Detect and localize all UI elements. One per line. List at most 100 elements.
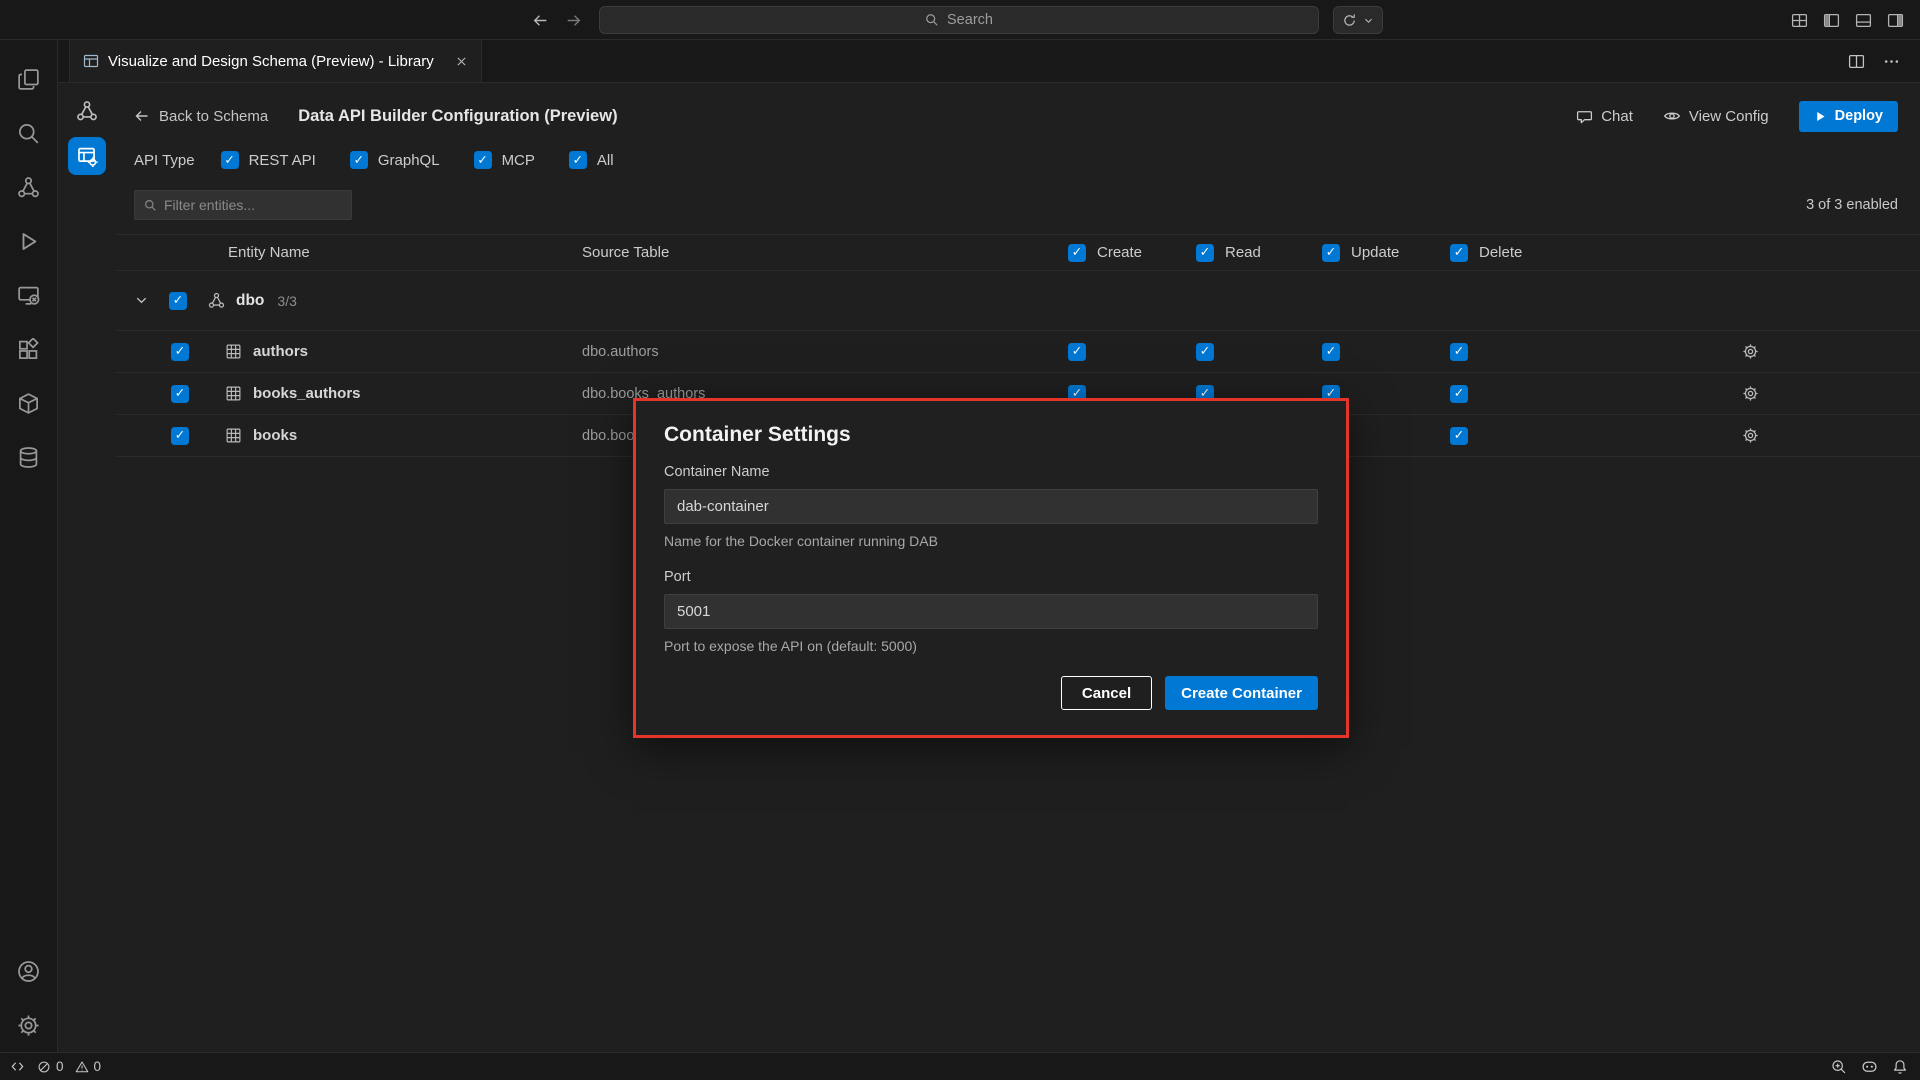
- read-checkbox[interactable]: [1196, 343, 1214, 361]
- graphql-checkbox[interactable]: [350, 151, 368, 169]
- mcp-option[interactable]: MCP: [474, 151, 535, 169]
- notifications-bell-icon[interactable]: [1892, 1059, 1908, 1075]
- update-checkbox[interactable]: [1322, 343, 1340, 361]
- loop-icon: [1342, 13, 1357, 28]
- more-actions-icon[interactable]: [1883, 53, 1900, 70]
- filter-entities-box[interactable]: [134, 190, 352, 220]
- deploy-label: Deploy: [1835, 108, 1883, 124]
- delete-checkbox[interactable]: [1450, 427, 1468, 445]
- row-checkbox[interactable]: [171, 343, 189, 361]
- chat-label: Chat: [1601, 108, 1633, 125]
- filter-row: 3 of 3 enabled: [116, 190, 1920, 220]
- rest-api-label: REST API: [249, 152, 316, 169]
- enabled-summary: 3 of 3 enabled: [1806, 197, 1898, 213]
- row-checkbox[interactable]: [171, 427, 189, 445]
- remote-indicator-icon[interactable]: [10, 1059, 25, 1074]
- container-name-help: Name for the Docker container running DA…: [664, 533, 1318, 549]
- command-center-search[interactable]: Search: [599, 6, 1319, 34]
- source-table-header: Source Table: [582, 244, 1068, 261]
- api-type-row: API Type REST API GraphQL MCP: [116, 147, 1920, 173]
- mcp-label: MCP: [502, 152, 535, 169]
- row-settings-gear-icon[interactable]: [1580, 427, 1920, 444]
- row-settings-gear-icon[interactable]: [1580, 385, 1920, 402]
- table-row[interactable]: authors dbo.authors: [116, 331, 1920, 373]
- delete-header-label: Delete: [1479, 244, 1522, 261]
- entity-name: books: [253, 427, 297, 444]
- search-sidebar-icon[interactable]: [5, 106, 53, 160]
- layout-controls: [1791, 0, 1904, 40]
- schema-visualize-icon[interactable]: [72, 96, 102, 126]
- settings-gear-icon[interactable]: [5, 998, 53, 1052]
- connection-disconnected-icon[interactable]: [5, 268, 53, 322]
- split-editor-icon[interactable]: [1848, 53, 1865, 70]
- create-container-button[interactable]: Create Container: [1165, 676, 1318, 710]
- all-option[interactable]: All: [569, 151, 614, 169]
- view-config-button[interactable]: View Config: [1663, 107, 1769, 125]
- forward-arrow-icon[interactable]: [565, 12, 582, 29]
- port-input[interactable]: [664, 594, 1318, 629]
- copilot-icon[interactable]: [1861, 1058, 1878, 1075]
- tab-label: Visualize and Design Schema (Preview) - …: [108, 53, 434, 70]
- extensions-icon[interactable]: [5, 322, 53, 376]
- cube-icon[interactable]: [5, 376, 53, 430]
- search-placeholder: Search: [947, 12, 993, 28]
- explorer-icon[interactable]: [5, 52, 53, 106]
- group-checkbox[interactable]: [169, 292, 187, 310]
- container-name-input[interactable]: [664, 489, 1318, 524]
- deploy-button[interactable]: Deploy: [1799, 101, 1898, 132]
- account-icon[interactable]: [5, 944, 53, 998]
- session-dropdown[interactable]: [1333, 6, 1383, 34]
- mcp-checkbox[interactable]: [474, 151, 492, 169]
- search-icon: [925, 13, 939, 27]
- api-type-label: API Type: [134, 152, 195, 169]
- page-title: Data API Builder Configuration (Preview): [298, 107, 617, 126]
- create-checkbox[interactable]: [1068, 343, 1086, 361]
- update-all-checkbox[interactable]: [1322, 244, 1340, 262]
- delete-header: Delete: [1450, 244, 1580, 262]
- designer-toolbar: [58, 83, 116, 1052]
- port-field: Port Port to expose the API on (default:…: [664, 569, 1318, 654]
- close-icon[interactable]: [455, 55, 468, 68]
- tab-bar: Visualize and Design Schema (Preview) - …: [58, 40, 1920, 83]
- toggle-sidebar-right-icon[interactable]: [1887, 12, 1904, 29]
- group-name: dbo: [236, 292, 264, 310]
- rest-api-option[interactable]: REST API: [221, 151, 316, 169]
- delete-checkbox[interactable]: [1450, 343, 1468, 361]
- customize-layout-icon[interactable]: [1791, 12, 1808, 29]
- problems-indicator[interactable]: 0 0: [37, 1059, 101, 1074]
- chat-button[interactable]: Chat: [1576, 108, 1633, 125]
- entity-name: books_authors: [253, 385, 361, 402]
- back-arrow-icon[interactable]: [532, 12, 549, 29]
- back-to-schema-link[interactable]: Back to Schema: [134, 108, 268, 125]
- delete-all-checkbox[interactable]: [1450, 244, 1468, 262]
- play-icon: [1814, 110, 1827, 123]
- title-bar: Search: [0, 0, 1920, 40]
- schema-group-row[interactable]: dbo 3/3: [116, 271, 1920, 331]
- chevron-down-icon[interactable]: [134, 293, 149, 308]
- graphql-option[interactable]: GraphQL: [350, 151, 440, 169]
- read-all-checkbox[interactable]: [1196, 244, 1214, 262]
- tab-visualize-schema[interactable]: Visualize and Design Schema (Preview) - …: [69, 40, 482, 82]
- zoom-icon[interactable]: [1831, 1059, 1847, 1075]
- toggle-sidebar-left-icon[interactable]: [1823, 12, 1840, 29]
- create-header: Create: [1068, 244, 1196, 262]
- rest-api-checkbox[interactable]: [221, 151, 239, 169]
- all-checkbox[interactable]: [569, 151, 587, 169]
- schema-graph-sidebar-icon[interactable]: [5, 160, 53, 214]
- row-checkbox[interactable]: [171, 385, 189, 403]
- row-settings-gear-icon[interactable]: [1580, 343, 1920, 360]
- cancel-button[interactable]: Cancel: [1061, 676, 1152, 710]
- database-icon[interactable]: [5, 430, 53, 484]
- error-circle-icon: [37, 1060, 51, 1074]
- page-actions: Chat View Config: [1576, 101, 1898, 132]
- container-name-label: Container Name: [664, 464, 1318, 480]
- group-count: 3/3: [277, 293, 296, 309]
- delete-checkbox[interactable]: [1450, 385, 1468, 403]
- toggle-panel-bottom-icon[interactable]: [1855, 12, 1872, 29]
- filter-entities-input[interactable]: [164, 197, 342, 213]
- create-all-checkbox[interactable]: [1068, 244, 1086, 262]
- page-header: Back to Schema Data API Builder Configur…: [116, 83, 1920, 131]
- all-label: All: [597, 152, 614, 169]
- run-debug-icon[interactable]: [5, 214, 53, 268]
- dab-config-icon[interactable]: [68, 137, 106, 175]
